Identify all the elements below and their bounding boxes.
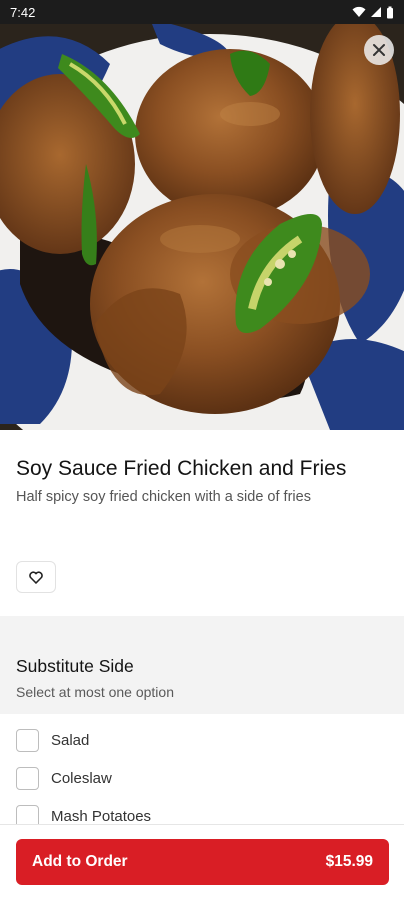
option-label: Coleslaw	[51, 769, 112, 787]
favorite-button[interactable]	[16, 561, 56, 593]
footer: Add to Order $15.99	[0, 824, 404, 900]
heart-icon	[29, 570, 43, 584]
option-label: Mash Potatoes	[51, 807, 152, 825]
item-info: Soy Sauce Fried Chicken and Fries Half s…	[0, 430, 404, 616]
close-icon	[373, 44, 385, 56]
modifier-subtitle: Select at most one option	[16, 684, 174, 700]
modifier-options: Salad Coleslaw Mash Potatoes	[0, 714, 404, 824]
modifier-title: Substitute Side	[16, 656, 134, 676]
option-mash-potatoes[interactable]: Mash Potatoes	[16, 804, 151, 824]
status-icons	[352, 6, 394, 19]
hero-image	[0, 24, 404, 430]
modifier-section-header: Substitute Side Select at most one optio…	[0, 616, 404, 714]
close-button[interactable]	[364, 35, 394, 65]
option-label: Salad	[51, 731, 90, 749]
item-title: Soy Sauce Fried Chicken and Fries	[16, 457, 347, 480]
battery-icon	[387, 6, 393, 18]
option-salad[interactable]: Salad	[16, 728, 89, 752]
checkbox[interactable]	[16, 804, 39, 824]
item-description: Half spicy soy fried chicken with a side…	[16, 489, 311, 505]
status-time: 7:42	[10, 4, 36, 20]
wifi-icon	[352, 6, 366, 17]
order-price: $15.99	[325, 853, 373, 870]
checkbox[interactable]	[16, 766, 39, 790]
add-to-order-label: Add to Order	[32, 853, 128, 870]
option-coleslaw[interactable]: Coleslaw	[16, 766, 112, 790]
status-bar: 7:42	[0, 0, 404, 24]
add-to-order-button[interactable]: Add to Order $15.99	[16, 839, 389, 885]
checkbox[interactable]	[16, 728, 39, 752]
signal-icon	[371, 7, 381, 17]
